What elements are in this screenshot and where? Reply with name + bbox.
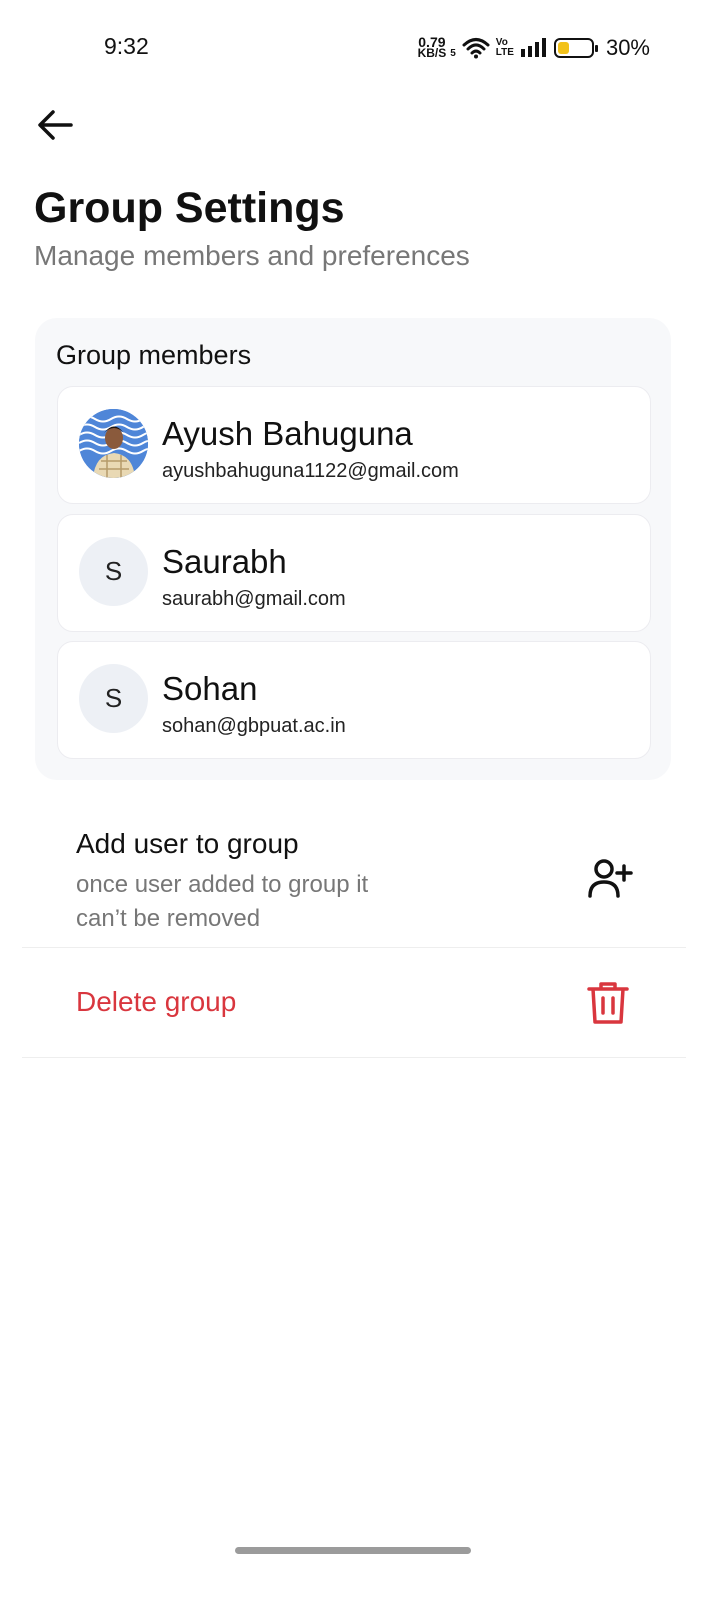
network-speed-unit: KB/S: [417, 46, 447, 60]
add-user-description: once user added to group it can’t be rem…: [76, 871, 369, 932]
wifi-generation: 5: [450, 47, 456, 59]
add-user-title: Add user to group: [76, 828, 299, 859]
member-email: saurabh@gmail.com: [162, 588, 346, 610]
add-user-icon[interactable]: [586, 854, 634, 902]
add-user-button[interactable]: Add user to group once user added to gro…: [22, 806, 686, 948]
wifi-icon: [462, 38, 490, 59]
member-email: ayushbahuguna1122@gmail.com: [162, 460, 459, 482]
member-item[interactable]: S Sohan sohan@gbpuat.ac.in: [57, 641, 651, 759]
member-name: Saurabh: [162, 543, 287, 580]
network-speed: 0.79 KB/S: [417, 35, 447, 60]
avatar: S: [79, 537, 148, 606]
member-item[interactable]: S Saurabh saurabh@gmail.com: [57, 514, 651, 632]
battery-icon: [553, 38, 598, 58]
group-settings-screen: 9:32 0.79 KB/S 5 Vo LTE 30% Group Settin…: [0, 0, 720, 1600]
delete-group-label: Delete group: [76, 986, 237, 1017]
profile-photo-icon: [79, 409, 148, 478]
group-members-card: Group members Ayush Bahuguna ayushbahugu: [35, 318, 671, 780]
page-title: Group Settings: [34, 184, 345, 232]
signal-icon: [520, 38, 546, 57]
group-members-title: Group members: [56, 340, 252, 370]
page-subtitle: Manage members and preferences: [34, 240, 470, 271]
member-item[interactable]: Ayush Bahuguna ayushbahuguna1122@gmail.c…: [57, 386, 651, 504]
arrow-left-icon: [38, 110, 73, 140]
status-time: 9:32: [104, 33, 149, 59]
trash-icon[interactable]: [586, 980, 630, 1026]
battery-percent: 30%: [605, 35, 650, 60]
status-icons: 0.79 KB/S 5 Vo LTE 30%: [418, 32, 650, 64]
avatar: [79, 409, 148, 478]
volte-indicator: Vo LTE: [496, 38, 514, 58]
home-indicator[interactable]: [235, 1547, 471, 1554]
member-name: Sohan: [162, 670, 258, 707]
volte-bottom: LTE: [495, 47, 514, 58]
battery-fill: [557, 42, 569, 54]
member-email: sohan@gbpuat.ac.in: [162, 715, 346, 737]
back-button[interactable]: [34, 104, 76, 146]
avatar: S: [79, 664, 148, 733]
member-name: Ayush Bahuguna: [162, 415, 413, 452]
status-bar: 9:32 0.79 KB/S 5 Vo LTE 30%: [0, 0, 720, 96]
delete-group-button[interactable]: Delete group: [22, 948, 686, 1058]
